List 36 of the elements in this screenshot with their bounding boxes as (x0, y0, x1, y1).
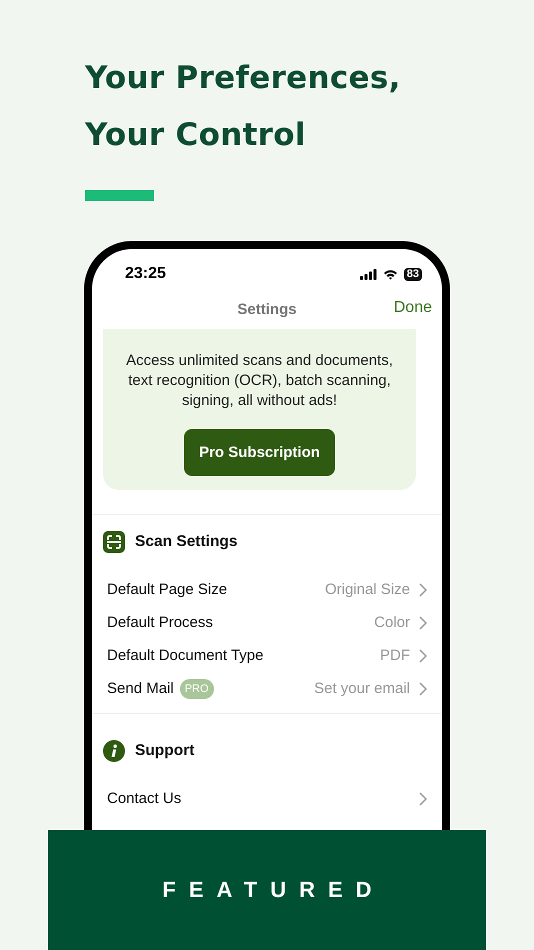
row-value: Set your email (314, 680, 410, 697)
subscription-button[interactable]: Pro Subscription (184, 429, 335, 476)
row-value: PDF (380, 647, 410, 664)
section-title: Scan Settings (135, 533, 238, 551)
settings-row[interactable]: Send Mail PRO Set your email (103, 672, 427, 705)
chevron-icon (419, 792, 427, 806)
accent-bar (85, 190, 154, 201)
section-title: Support (135, 742, 194, 760)
row-label: Default Page Size (107, 581, 228, 598)
row-value: Original Size (324, 581, 410, 598)
chevron-icon (419, 616, 427, 630)
settings-row[interactable]: Default Document Type PDF (103, 639, 427, 672)
row-value: Color (374, 614, 410, 631)
headline-text: Your Preferences, (85, 59, 402, 98)
signal-icon (360, 268, 377, 280)
pro-badge: PRO (180, 678, 214, 698)
chevron-icon (419, 682, 427, 696)
settings-row[interactable]: Default Page Size Original Size (103, 573, 427, 606)
row-label: Contact Us (107, 790, 182, 807)
status-time: 23:25 (125, 265, 166, 283)
row-label: Send Mail (107, 680, 174, 697)
banner-text: FEATURED (162, 877, 385, 903)
nav-title: Settings (237, 300, 297, 318)
scan-icon (103, 531, 125, 553)
row-label: Default Process (107, 614, 213, 631)
battery-indicator: 83 (404, 268, 422, 280)
wifi-icon (382, 268, 398, 280)
info-icon (103, 740, 125, 762)
done-button[interactable]: Done (386, 299, 440, 317)
chevron-icon (419, 648, 427, 662)
row-label: Default Document Type (107, 647, 264, 664)
headline-text: Your Control (85, 116, 307, 155)
promo-text: Access unlimited scans and documents, text recognition (OCR), batch scanning, signing, all without ads! (125, 351, 394, 411)
chevron-icon (419, 582, 427, 596)
settings-row[interactable]: Default Process Color (103, 606, 427, 639)
settings-row[interactable]: Contact Us (103, 782, 427, 815)
